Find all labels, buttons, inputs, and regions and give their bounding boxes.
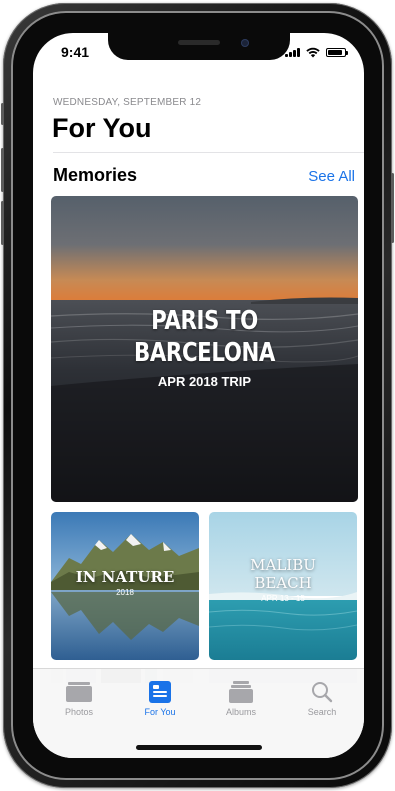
tab-label: For You bbox=[144, 707, 176, 717]
volume-down-button bbox=[1, 201, 4, 245]
memory-title-line1: MALIBU bbox=[250, 556, 316, 574]
side-button bbox=[391, 173, 394, 243]
tab-photos[interactable]: Photos bbox=[44, 679, 114, 717]
memory-subtitle: 2018 bbox=[116, 588, 134, 597]
tab-search[interactable]: Search bbox=[287, 679, 357, 717]
front-camera bbox=[241, 39, 249, 47]
mute-switch bbox=[1, 103, 4, 125]
memory-title-line2: BEACH bbox=[254, 574, 312, 592]
battery-icon bbox=[326, 47, 348, 57]
for-you-icon bbox=[149, 681, 171, 703]
photos-icon bbox=[66, 682, 92, 702]
wifi-icon bbox=[306, 47, 320, 58]
tab-albums[interactable]: Albums bbox=[206, 679, 276, 717]
home-indicator[interactable] bbox=[136, 745, 262, 750]
memory-subtitle: APR 2018 TRIP bbox=[157, 374, 252, 389]
tab-label: Search bbox=[307, 707, 337, 717]
albums-icon bbox=[229, 681, 253, 703]
screen: 9:41 WEDNESDAY, SEPTEMBER 12 For You Mem… bbox=[33, 33, 364, 758]
tab-bar: Photos For You Albums Search bbox=[33, 668, 364, 758]
memory-subtitle: APR 13 - 15 bbox=[261, 594, 305, 603]
status-icons bbox=[285, 46, 348, 58]
see-all-link[interactable]: See All bbox=[308, 168, 355, 185]
memory-card-in-nature[interactable]: IN NATURE 2018 bbox=[51, 512, 199, 660]
tab-label: Albums bbox=[225, 707, 256, 717]
memory-title-line1: PARIS TO bbox=[151, 306, 258, 336]
notch bbox=[108, 33, 290, 60]
tab-for-you[interactable]: For You bbox=[125, 679, 195, 717]
memory-card-featured[interactable]: PARIS TO BARCELONA APR 2018 TRIP bbox=[51, 196, 358, 502]
memory-title-line2: BARCELONA bbox=[134, 338, 275, 368]
search-icon bbox=[312, 682, 333, 703]
volume-up-button bbox=[1, 148, 4, 192]
date-label: WEDNESDAY, SEPTEMBER 12 bbox=[53, 97, 202, 108]
status-time: 9:41 bbox=[61, 44, 90, 60]
memory-title: IN NATURE bbox=[75, 568, 175, 586]
memory-card-malibu-beach[interactable]: MALIBU BEACH APR 13 - 15 bbox=[209, 512, 357, 660]
earpiece-speaker bbox=[178, 40, 220, 45]
memories-heading: Memories bbox=[53, 165, 138, 185]
page-title: For You bbox=[52, 113, 152, 143]
divider bbox=[53, 152, 364, 153]
tab-label: Photos bbox=[64, 707, 94, 717]
memory-photo-mountains bbox=[51, 512, 199, 660]
